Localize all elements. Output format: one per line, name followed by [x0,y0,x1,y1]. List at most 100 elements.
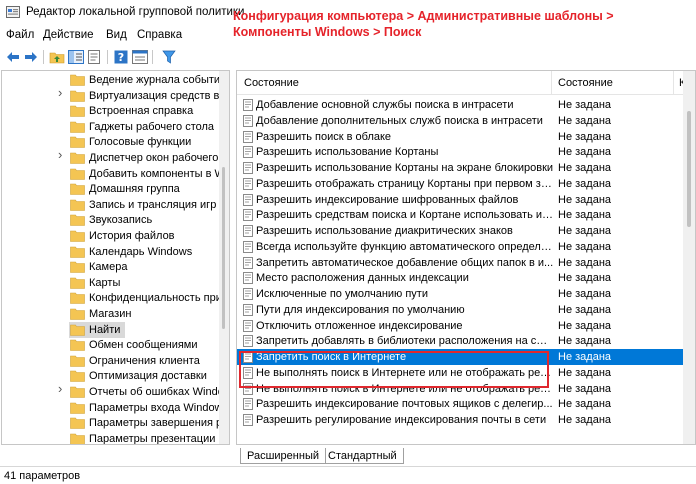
tree-item[interactable]: Магазин [2,306,220,322]
tree-item[interactable]: Ведение журнала событий [2,72,226,88]
tree-item[interactable]: Обмен сообщениями [2,337,220,353]
setting-state: Не задана [558,303,612,316]
chevron-right-icon[interactable]: › [58,148,68,161]
policy-setting-icon [243,303,253,316]
menu-file[interactable]: Файл [6,29,34,41]
table-row[interactable]: Всегда используйте функцию автоматическо… [237,239,685,255]
tree-item-label: Ограничения клиента [89,354,200,367]
policy-setting-icon [243,240,253,253]
folder-icon [70,293,85,305]
properties-view-icon[interactable] [131,49,149,65]
table-row[interactable]: Разрешить отображать страницу Кортаны пр… [237,176,685,192]
tree-item[interactable]: Параметры входа Windows [2,400,228,416]
setting-state: Не задана [558,146,612,159]
table-row[interactable]: Разрешить использование Кортаны на экран… [237,160,685,176]
column-divider[interactable] [551,71,552,94]
table-row[interactable]: Место расположения данных индексации Не з… [237,270,685,286]
policy-setting-icon [243,130,253,143]
tree-item[interactable]: Камера [2,259,220,275]
filter-icon[interactable] [160,49,178,65]
table-row[interactable]: Разрешить использование диакритических з… [237,223,685,239]
table-row[interactable]: Запретить автоматическое добавление общи… [237,255,685,271]
tree-item[interactable]: История файлов [2,228,220,244]
table-row[interactable]: Разрешить использование Кортаны Не задана [237,144,685,160]
tree-item[interactable]: Конфиденциальность прил [2,290,228,306]
setting-name: Разрешить индексирование почтовых ящиков… [256,398,553,411]
menu-action[interactable]: Действие [43,29,94,41]
list-scrollbar[interactable] [683,71,695,444]
table-row[interactable]: Разрешить регулирование индексирования п… [237,412,685,428]
navigation-tree[interactable]: Ведение журнала событий › Виртуализация ср… [1,70,230,445]
folder-icon [70,277,85,289]
policy-setting-icon [243,398,253,411]
column-header-setting[interactable]: Состояние [244,77,299,89]
column-divider[interactable] [673,71,674,94]
setting-state: Не задана [558,225,612,237]
show-hide-tree-icon[interactable] [67,49,85,65]
table-row[interactable]: Пути для индексирования по умолчанию Не з… [237,302,685,318]
setting-state: Не задана [558,99,612,111]
export-list-icon[interactable] [86,49,104,65]
tree-item[interactable]: Календарь Windows [2,244,220,260]
setting-name: Разрешить отображать страницу Кортаны пр… [256,177,554,190]
tree-item[interactable]: Добавить компоненты в Wi [2,166,227,182]
table-row[interactable]: Не выполнять поиск в Интернете или не от… [237,365,685,381]
tree-item[interactable]: Встроенная справка [2,103,220,119]
help-icon[interactable]: ? [112,49,130,65]
table-row[interactable]: Запретить добавлять в библиотеки располо… [237,333,685,349]
tree-item[interactable]: Звукозапись [2,212,220,228]
table-row[interactable]: Разрешить поиск в облаке Не задана [237,129,685,145]
folder-icon [70,105,85,117]
table-row[interactable]: Разрешить средствам поиска и Кортане исп… [237,207,685,223]
tree-item[interactable]: Голосовые функции [2,134,220,150]
setting-name: Запретить поиск в Интернете [256,351,407,363]
tree-item[interactable]: Домашняя группа [2,181,220,197]
menu-help[interactable]: Справка [137,29,182,41]
tree-scrollbar-thumb[interactable] [222,167,225,329]
tree-item[interactable]: Параметры презентации [2,431,220,444]
tree-scrollbar[interactable] [219,71,229,444]
tab-standard[interactable]: Стандартный [322,448,404,464]
tree-item[interactable]: Ограничения клиента [2,353,220,369]
chevron-right-icon[interactable]: › [58,86,68,99]
folder-icon [70,324,85,336]
tree-item[interactable]: Найти [2,321,220,338]
table-row[interactable]: Разрешить индексирование шифрованных фай… [237,192,685,208]
setting-name: Не выполнять поиск в Интернете или не от… [256,366,554,379]
policy-setting-icon [243,256,253,269]
folder-icon [70,308,85,320]
tree-item[interactable]: › Отчеты об ошибках Window [2,382,229,400]
table-row[interactable]: Исключенные по умолчанию пути Не задана [237,286,685,302]
tree-item[interactable]: Параметры завершения ра [2,415,228,431]
table-row[interactable]: Запретить поиск в Интернете Не задана [237,349,685,365]
tree-item[interactable]: Карты [2,275,220,291]
table-row[interactable]: Разрешить индексирование почтовых ящиков… [237,396,685,412]
folder-icon [70,339,85,351]
table-row[interactable]: Отключить отложенное индексирование Не за… [237,318,685,334]
tree-item[interactable]: Гаджеты рабочего стола [2,119,220,135]
table-row[interactable]: Добавление основной службы поиска в интр… [237,97,685,113]
chevron-right-icon[interactable]: › [58,382,68,395]
policy-setting-icon [243,162,253,174]
table-row[interactable]: Добавление дополнительных служб поиска в… [237,113,685,129]
list-scrollbar-thumb[interactable] [687,111,691,227]
tab-extended[interactable]: Расширенный [240,448,326,464]
up-folder-icon[interactable] [48,49,66,65]
column-header-state[interactable]: Состояние [558,77,613,89]
tree-item[interactable]: Оптимизация доставки [2,368,220,384]
status-count: 41 параметров [4,470,81,482]
tree-item[interactable]: › Диспетчер окон рабочего с [2,148,227,166]
setting-state: Не задана [558,351,612,363]
tree-item[interactable]: › Виртуализация средств взаи [2,86,229,104]
back-arrow-icon[interactable] [4,49,22,65]
forward-arrow-icon[interactable] [22,49,40,65]
setting-state: Не задана [558,398,612,411]
table-row[interactable]: Не выполнять поиск в Интернете или не от… [237,381,685,397]
tree-item[interactable]: Запись и трансляция игр W [2,197,229,213]
tree-item-label: Ведение журнала событий [89,74,227,86]
settings-list[interactable]: Состояние Состояние К Добавление основно… [236,70,696,445]
menu-view[interactable]: Вид [106,29,127,41]
setting-state: Не задана [558,319,612,332]
policy-setting-icon [243,114,253,127]
tree-item-label: Оптимизация доставки [89,370,207,383]
